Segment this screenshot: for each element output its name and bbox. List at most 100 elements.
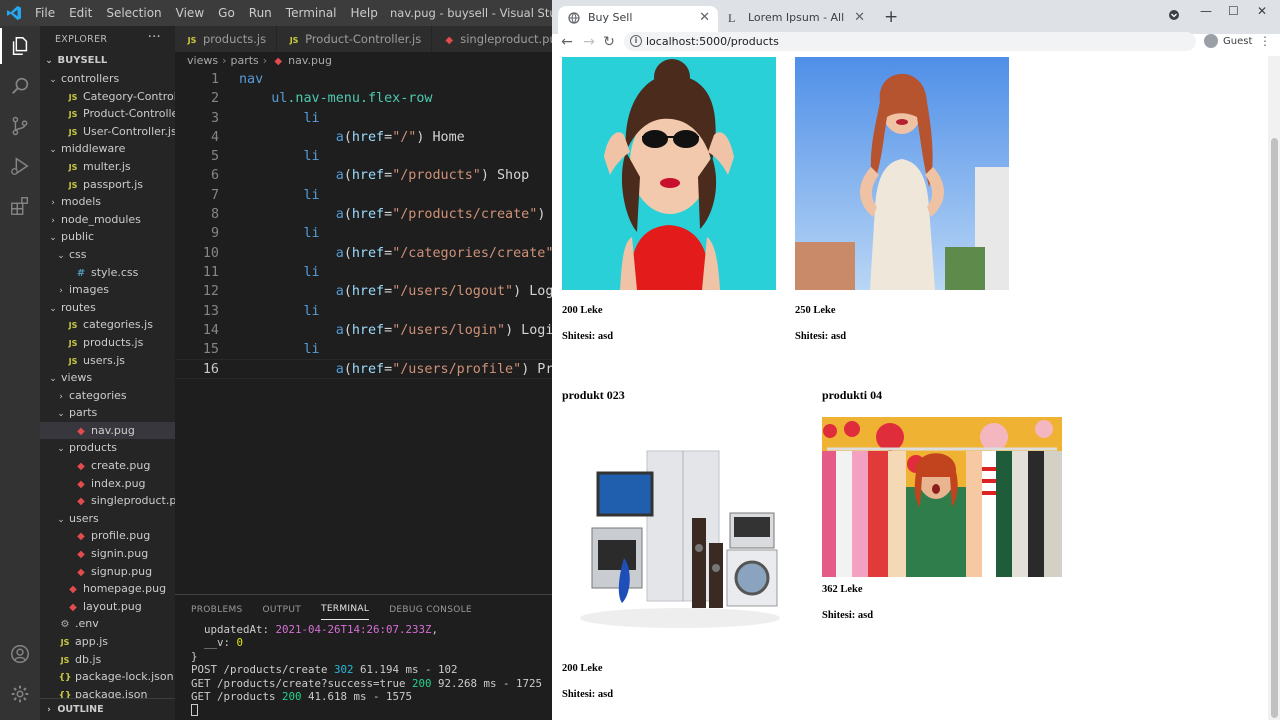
tree-file[interactable]: JS app.js xyxy=(40,633,175,651)
tree-file[interactable]: JS categories.js xyxy=(40,316,175,334)
tree-folder[interactable]: ⌄ users xyxy=(40,510,175,528)
tree-file[interactable]: ◆ index.pug xyxy=(40,475,175,493)
tree-folder[interactable]: ⌄ middleware xyxy=(40,140,175,158)
tree-folder[interactable]: › node_modules xyxy=(40,211,175,229)
project-root[interactable]: ⌄ BUYSELL xyxy=(40,52,175,70)
tree-file[interactable]: ◆ signin.pug xyxy=(40,545,175,563)
explorer-files-icon[interactable] xyxy=(4,30,36,62)
terminal-prompt[interactable] xyxy=(191,703,552,717)
menu-run[interactable]: Run xyxy=(242,0,279,26)
close-tab-icon[interactable]: ✕ xyxy=(699,6,710,30)
code-line[interactable]: 4 a(href="/") Home xyxy=(175,128,552,147)
code-line[interactable]: 6 a(href="/products") Shop xyxy=(175,166,552,185)
tree-folder[interactable]: ⌄ css xyxy=(40,246,175,264)
tree-file[interactable]: ◆ create.pug xyxy=(40,457,175,475)
tree-folder[interactable]: › models xyxy=(40,193,175,211)
code-line[interactable]: 13 li xyxy=(175,302,552,321)
product-image[interactable] xyxy=(562,57,776,290)
close-tab-icon[interactable]: ✕ xyxy=(854,6,865,30)
tree-file[interactable]: ◆ homepage.pug xyxy=(40,580,175,598)
address-bar[interactable]: i localhost:5000/products xyxy=(624,32,1196,51)
minimize-icon[interactable]: — xyxy=(1200,4,1212,18)
tree-folder[interactable]: › images xyxy=(40,281,175,299)
site-info-icon[interactable]: i xyxy=(630,35,642,47)
code-line[interactable]: 2 ul.nav-menu.flex-row xyxy=(175,89,552,108)
tree-file[interactable]: JS products.js xyxy=(40,334,175,352)
menu-help[interactable]: Help xyxy=(344,0,385,26)
reload-icon[interactable]: ↻ xyxy=(600,34,618,54)
tab-debug-console[interactable]: DEBUG CONSOLE xyxy=(389,599,472,620)
back-arrow-icon[interactable]: ← xyxy=(558,34,576,54)
tab-singleproduct-pug[interactable]: ◆ singleproduct.pug xyxy=(432,26,552,52)
close-window-icon[interactable]: ✕ xyxy=(1257,4,1267,18)
tree-file[interactable]: JS Product-Controller.js xyxy=(40,105,175,123)
search-icon[interactable] xyxy=(4,70,36,102)
maximize-icon[interactable]: ☐ xyxy=(1228,4,1239,18)
account-icon[interactable] xyxy=(4,638,36,670)
browser-menu-icon[interactable]: ⋮ xyxy=(1259,34,1271,48)
tree-file[interactable]: ◆ signup.pug xyxy=(40,563,175,581)
tab-terminal[interactable]: TERMINAL xyxy=(321,598,370,620)
tree-file[interactable]: {} package-lock.json xyxy=(40,668,175,686)
product-card[interactable]: produkti 04 362 Leke Shitesi: asd xyxy=(822,388,1067,638)
tree-file[interactable]: JS users.js xyxy=(40,352,175,370)
breadcrumb-item[interactable]: parts xyxy=(230,54,258,67)
tree-file[interactable]: ⚙ .env xyxy=(40,615,175,633)
menu-edit[interactable]: Edit xyxy=(62,0,99,26)
tree-folder[interactable]: › categories xyxy=(40,387,175,405)
tree-file[interactable]: JS Category-Controller... xyxy=(40,88,175,106)
product-card[interactable]: produkt 023 200 Leke Shitesi: asd xyxy=(562,388,802,718)
code-line[interactable]: 5 li xyxy=(175,147,552,166)
tree-file[interactable]: JS User-Controller.js xyxy=(40,123,175,141)
code-line[interactable]: 3 li xyxy=(175,109,552,128)
tree-folder[interactable]: ⌄ public xyxy=(40,228,175,246)
menu-selection[interactable]: Selection xyxy=(99,0,168,26)
menu-file[interactable]: File xyxy=(28,0,62,26)
tree-folder[interactable]: ⌄ controllers xyxy=(40,70,175,88)
product-card[interactable]: 250 Leke Shitesi: asd xyxy=(795,57,1010,347)
breadcrumb-item[interactable]: nav.pug xyxy=(288,54,332,67)
profile-button[interactable]: Guest xyxy=(1204,34,1252,52)
code-editor[interactable]: 1 nav 2 ul.nav-menu.flex-row 3 li 4 a(href="… xyxy=(175,70,552,590)
forward-arrow-icon[interactable]: → xyxy=(580,34,598,54)
product-image[interactable] xyxy=(562,418,794,633)
settings-gear-icon[interactable] xyxy=(4,678,36,710)
scrollbar-thumb[interactable] xyxy=(1271,138,1278,718)
code-line[interactable]: 8 a(href="/products/create") N xyxy=(175,205,552,224)
extensions-icon[interactable] xyxy=(4,190,36,222)
tree-file[interactable]: JS multer.js xyxy=(40,158,175,176)
breadcrumb-item[interactable]: views xyxy=(187,54,218,67)
tree-folder[interactable]: ⌄ products xyxy=(40,439,175,457)
tree-file[interactable]: JS passport.js xyxy=(40,176,175,194)
code-line[interactable]: 10 a(href="/categories/create") xyxy=(175,244,552,263)
menu-go[interactable]: Go xyxy=(211,0,242,26)
code-line[interactable]: 9 li xyxy=(175,224,552,243)
browser-tab-buy-sell[interactable]: Buy Sell ✕ xyxy=(558,6,718,34)
page-scrollbar[interactable] xyxy=(1268,56,1280,720)
menu-view[interactable]: View xyxy=(169,0,211,26)
run-debug-icon[interactable] xyxy=(4,150,36,182)
tree-file[interactable]: ◆ layout.pug xyxy=(40,598,175,616)
tree-folder[interactable]: ⌄ views xyxy=(40,369,175,387)
tree-folder[interactable]: ⌄ routes xyxy=(40,299,175,317)
tree-folder[interactable]: ⌄ parts xyxy=(40,404,175,422)
tree-file[interactable]: ◆ profile.pug xyxy=(40,527,175,545)
more-actions-icon[interactable]: ··· xyxy=(148,30,161,45)
code-line[interactable]: 15 li xyxy=(175,340,552,359)
browser-tab-lorem-ipsum[interactable]: L Lorem Ipsum - All the facts - Lip ✕ xyxy=(718,6,873,34)
code-line[interactable]: 12 a(href="/users/logout") Logo xyxy=(175,282,552,301)
tree-file[interactable]: # style.css xyxy=(40,264,175,282)
source-control-icon[interactable] xyxy=(4,110,36,142)
product-image[interactable] xyxy=(795,57,1009,290)
product-card[interactable]: 200 Leke Shitesi: asd xyxy=(562,57,777,347)
code-line[interactable]: 16 a(href="/users/profile") Pro xyxy=(175,359,552,379)
tab-problems[interactable]: PROBLEMS xyxy=(191,599,243,620)
product-image[interactable] xyxy=(822,417,1062,577)
tab-product-controller[interactable]: JS Product-Controller.js xyxy=(277,26,433,52)
tab-output[interactable]: OUTPUT xyxy=(263,599,301,620)
tab-products-js[interactable]: JS products.js xyxy=(175,26,278,52)
outline-section[interactable]: › OUTLINE xyxy=(40,698,175,720)
tree-file[interactable]: JS db.js xyxy=(40,651,175,669)
code-line[interactable]: 1 nav xyxy=(175,70,552,89)
new-tab-plus-icon[interactable]: + xyxy=(884,7,898,27)
